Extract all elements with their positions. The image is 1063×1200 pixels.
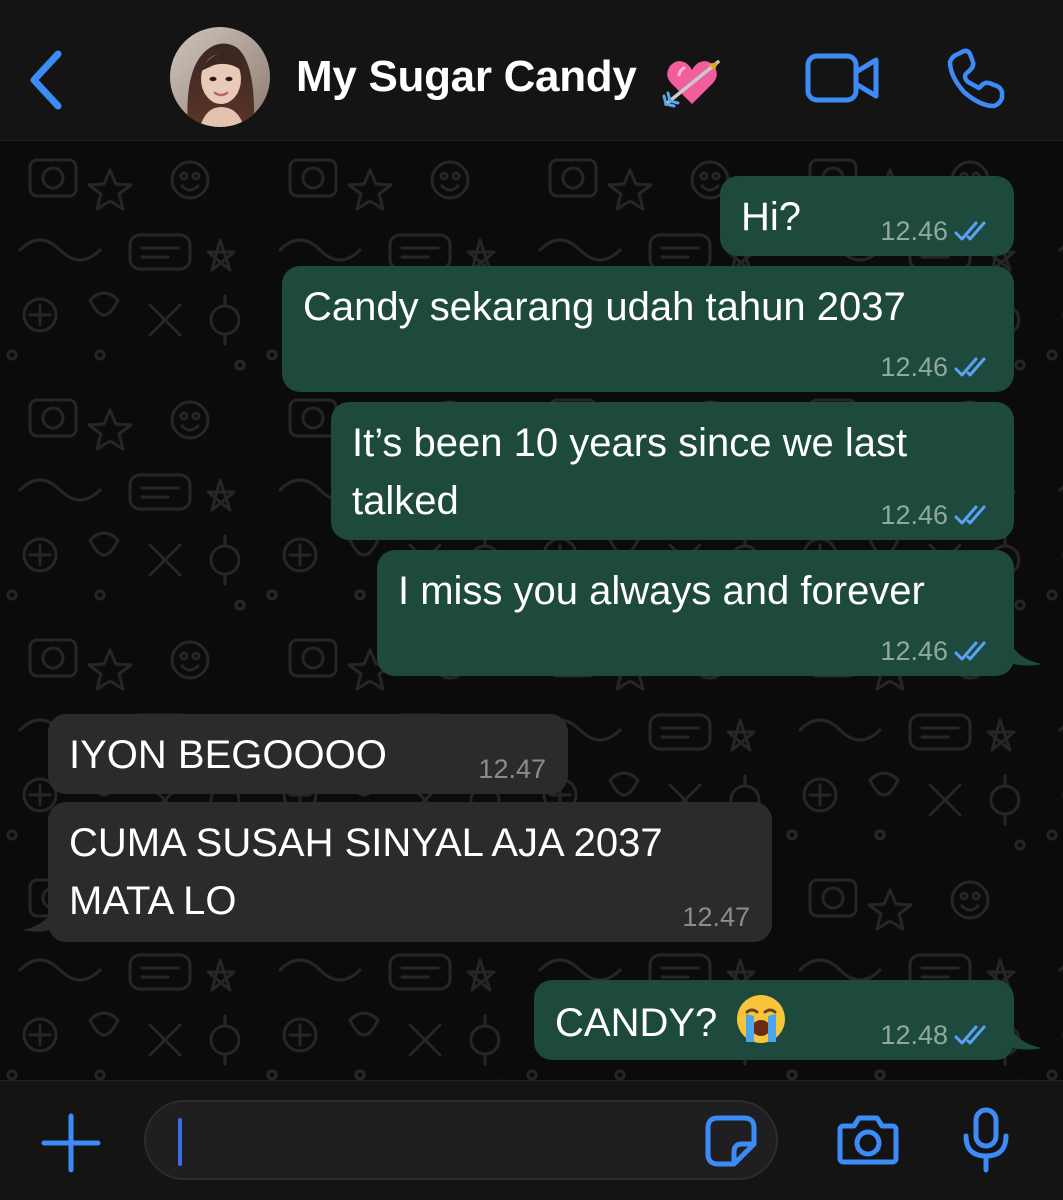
camera-icon xyxy=(837,1115,899,1165)
read-receipt-icon xyxy=(954,221,986,241)
message-time: 12.46 xyxy=(880,636,948,666)
text-caret xyxy=(178,1118,182,1166)
message-text: CUMA SUSAH SINYAL AJA 2037 MATA LO xyxy=(69,814,663,930)
message-time: 12.46 xyxy=(880,500,948,530)
incoming-message[interactable]: CUMA SUSAH SINYAL AJA 2037 MATA LO 12.47 xyxy=(48,802,772,942)
message-line: MATA LO xyxy=(69,879,237,923)
camera-button[interactable] xyxy=(836,1110,900,1168)
message-meta: 12.48 xyxy=(880,1020,992,1050)
phone-icon xyxy=(947,48,1005,109)
contact-name[interactable]: My Sugar Candy xyxy=(296,52,637,102)
message-input[interactable] xyxy=(144,1100,778,1180)
read-receipt-icon xyxy=(954,641,986,661)
message-line: talked xyxy=(352,479,459,523)
video-call-button[interactable] xyxy=(804,50,882,106)
message-time: 12.46 xyxy=(880,216,948,246)
message-meta: 12.46 xyxy=(880,216,992,246)
message-line: CUMA SUSAH SINYAL AJA 2037 xyxy=(69,821,663,865)
outgoing-message[interactable]: Hi? 12.46 xyxy=(720,176,1014,256)
message-line: CANDY? xyxy=(555,1001,718,1045)
voice-call-button[interactable] xyxy=(944,48,1008,112)
plus-icon xyxy=(41,1113,101,1173)
outgoing-message[interactable]: CANDY? 12.48 xyxy=(534,980,1014,1060)
outgoing-message[interactable]: I miss you always and forever 12.46 xyxy=(377,550,1014,676)
message-time: 12.48 xyxy=(880,1020,948,1050)
message-meta: 12.46 xyxy=(880,352,992,382)
message-text: It’s been 10 years since we last talked xyxy=(352,414,907,530)
message-time: 12.47 xyxy=(478,754,546,784)
message-meta: 12.47 xyxy=(682,902,750,932)
attach-button[interactable] xyxy=(40,1112,102,1174)
contact-photo xyxy=(170,27,270,127)
message-text: CANDY? xyxy=(555,992,788,1052)
microphone-icon xyxy=(963,1107,1009,1173)
message-line: It’s been 10 years since we last xyxy=(352,421,908,465)
chat-header: My Sugar Candy xyxy=(0,0,1063,141)
chevron-left-icon xyxy=(30,50,62,110)
read-receipt-icon xyxy=(954,357,986,377)
message-text: I miss you always and forever xyxy=(398,569,925,613)
message-text: Hi? xyxy=(741,195,802,239)
sticker-icon xyxy=(705,1115,757,1167)
message-meta: 12.46 xyxy=(880,636,992,666)
heart-with-arrow-emoji xyxy=(662,60,720,108)
message-meta: 12.46 xyxy=(880,500,992,530)
microphone-button[interactable] xyxy=(960,1106,1012,1174)
incoming-message[interactable]: IYON BEGOOOO 12.47 xyxy=(48,714,568,794)
back-button[interactable] xyxy=(18,42,78,118)
video-camera-icon xyxy=(805,53,879,103)
message-text: Candy sekarang udah tahun 2037 xyxy=(303,285,906,329)
message-text: IYON BEGOOOO xyxy=(69,733,387,777)
avatar[interactable] xyxy=(170,27,270,127)
read-receipt-icon xyxy=(954,505,986,525)
message-meta: 12.47 xyxy=(478,754,546,784)
message-time: 12.47 xyxy=(682,902,750,932)
read-receipt-icon xyxy=(954,1025,986,1045)
chat-screen: My Sugar Candy Hi? 12.46 Candy sekarang … xyxy=(0,0,1063,1200)
chat-area[interactable]: Hi? 12.46 Candy sekarang udah tahun 2037… xyxy=(0,140,1063,1080)
outgoing-message[interactable]: It’s been 10 years since we last talked … xyxy=(331,402,1014,540)
sticker-button[interactable] xyxy=(704,1114,758,1168)
message-time: 12.46 xyxy=(880,352,948,382)
loudly-crying-face-emoji xyxy=(737,995,786,1043)
outgoing-message[interactable]: Candy sekarang udah tahun 2037 12.46 xyxy=(282,266,1014,392)
